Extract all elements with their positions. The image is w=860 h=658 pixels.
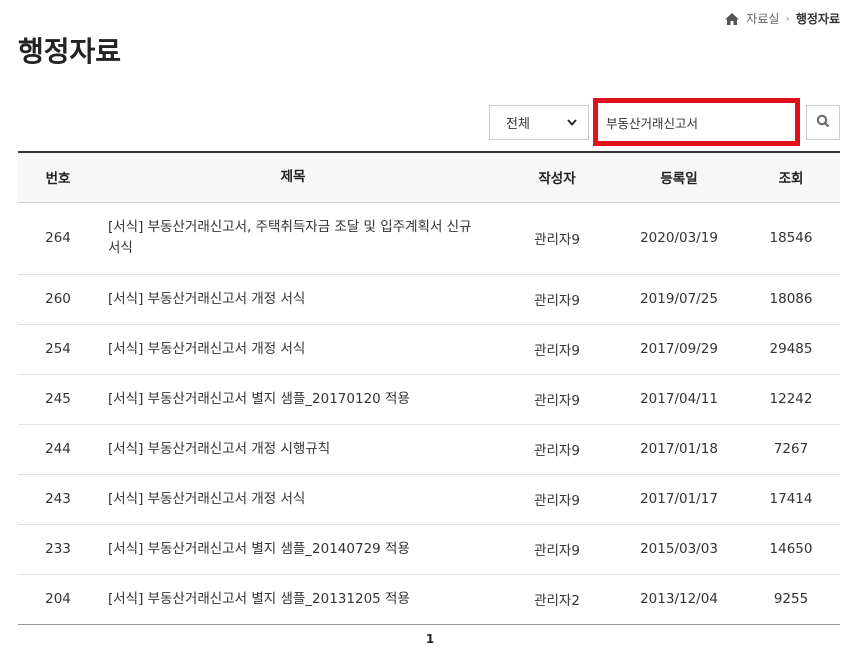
row-views: 17414 [742,474,840,525]
row-title-link[interactable]: [서식] 부동산거래신고서 개정 서식 [98,474,498,525]
search-input-highlight [593,98,800,146]
header-writer: 작성자 [538,171,576,188]
row-date: 2017/01/18 [616,424,742,475]
breadcrumb-parent[interactable]: 자료실 [746,10,779,27]
page-number-current[interactable]: 1 [426,632,434,646]
row-no: 254 [18,324,98,375]
row-no: 243 [18,474,98,525]
search-input[interactable] [606,114,795,130]
row-views: 9255 [742,574,840,625]
search-icon [816,113,830,132]
table-row[interactable]: 264 [서식] 부동산거래신고서, 주택취득자금 조달 및 입주계획서 신규 … [18,202,840,275]
row-no: 233 [18,524,98,575]
row-writer: 관리자9 [498,274,616,325]
row-date: 2019/07/25 [616,274,742,325]
row-writer: 관리자9 [498,324,616,375]
row-views: 12242 [742,374,840,425]
row-no: 204 [18,574,98,625]
header-views: 조회 [778,171,804,188]
home-icon[interactable] [724,12,740,26]
row-writer: 관리자9 [498,524,616,575]
row-date: 2017/04/11 [616,374,742,425]
breadcrumb: 자료실 › 행정자료 [724,10,840,27]
row-writer: 관리자2 [498,574,616,625]
table-row[interactable]: 244 [서식] 부동산거래신고서 개정 시행규칙 관리자9 2017/01/1… [18,424,840,475]
search-bar: 전체 [489,98,840,146]
table-row[interactable]: 245 [서식] 부동산거래신고서 별지 샘플_20170120 적용 관리자9… [18,374,840,425]
row-views: 7267 [742,424,840,475]
row-views: 18086 [742,274,840,325]
row-views: 29485 [742,324,840,375]
row-writer: 관리자9 [498,424,616,475]
row-title-link[interactable]: [서식] 부동산거래신고서 개정 서식 [98,274,498,325]
row-writer: 관리자9 [498,474,616,525]
row-writer: 관리자9 [498,374,616,425]
breadcrumb-current: 행정자료 [795,12,840,26]
row-title-link[interactable]: [서식] 부동산거래신고서 개정 시행규칙 [98,424,498,475]
pagination: 1 [0,632,860,646]
row-date: 2020/03/19 [616,202,742,275]
search-filter-value: 전체 [506,116,530,132]
row-no: 245 [18,374,98,425]
row-date: 2017/01/17 [616,474,742,525]
row-date: 2013/12/04 [616,574,742,625]
chevron-down-icon [566,116,578,128]
row-title-link[interactable]: [서식] 부동산거래신고서 별지 샘플_20140729 적용 [98,524,498,575]
row-writer: 관리자9 [498,202,616,275]
row-no: 244 [18,424,98,475]
board-table: 번호 제목 작성자 등록일 조회 264 [서식] 부동산거래신고서, 주택취득… [18,151,840,625]
table-row[interactable]: 243 [서식] 부동산거래신고서 개정 서식 관리자9 2017/01/17 … [18,474,840,525]
table-row[interactable]: 260 [서식] 부동산거래신고서 개정 서식 관리자9 2019/07/25 … [18,274,840,325]
table-row[interactable]: 233 [서식] 부동산거래신고서 별지 샘플_20140729 적용 관리자9… [18,524,840,575]
row-title-link[interactable]: [서식] 부동산거래신고서 별지 샘플_20131205 적용 [98,574,498,625]
row-views: 14650 [742,524,840,575]
table-header-row: 번호 제목 작성자 등록일 조회 [18,152,840,202]
row-no: 264 [18,202,98,275]
row-views: 18546 [742,202,840,275]
search-filter-select[interactable]: 전체 [489,104,589,140]
row-date: 2017/09/29 [616,324,742,375]
header-title: 제목 [280,168,306,185]
row-title-link[interactable]: [서식] 부동산거래신고서 별지 샘플_20170120 적용 [98,374,498,425]
row-title-link[interactable]: [서식] 부동산거래신고서 개정 서식 [98,324,498,375]
header-date: 등록일 [660,171,698,188]
page-title: 행정자료 [18,35,122,68]
row-title-link[interactable]: [서식] 부동산거래신고서, 주택취득자금 조달 및 입주계획서 신규 서식 [98,202,498,275]
breadcrumb-separator: › [785,12,790,25]
table-row[interactable]: 254 [서식] 부동산거래신고서 개정 서식 관리자9 2017/09/29 … [18,324,840,375]
table-row[interactable]: 204 [서식] 부동산거래신고서 별지 샘플_20131205 적용 관리자2… [18,574,840,625]
row-no: 260 [18,274,98,325]
row-date: 2015/03/03 [616,524,742,575]
search-button[interactable] [806,104,840,140]
header-no: 번호 [45,171,71,188]
